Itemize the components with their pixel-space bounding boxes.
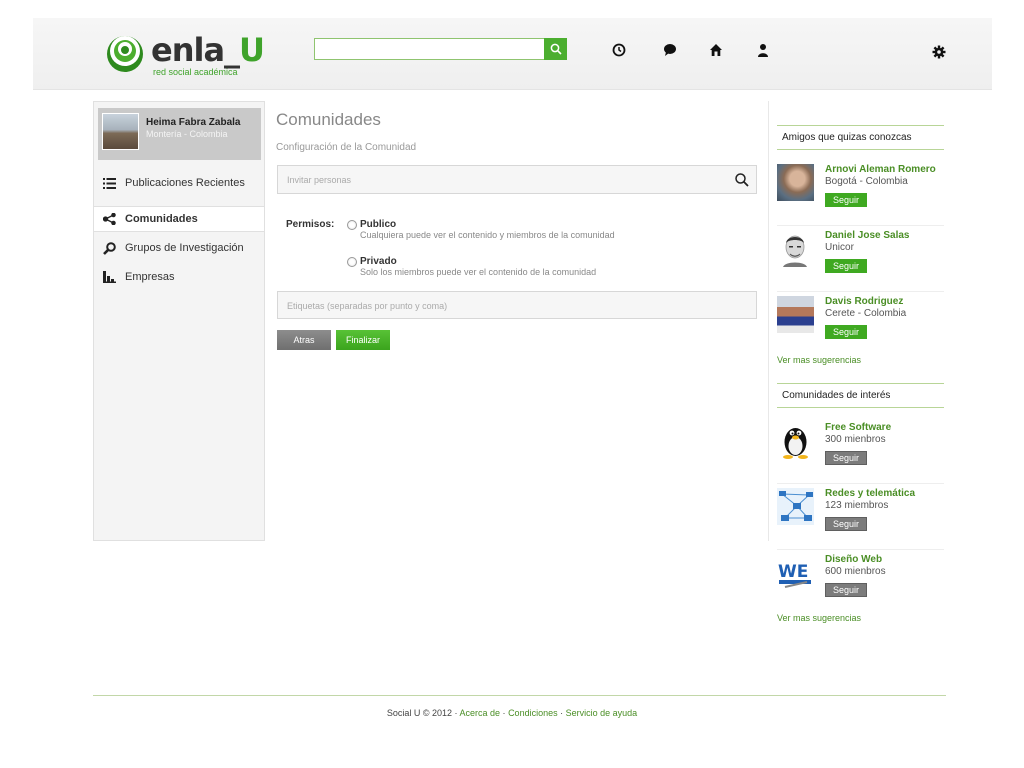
magnifier-icon (102, 241, 116, 255)
community-card: WE Diseño Web 600 mienbros Seguir (777, 554, 944, 616)
svg-text:WE: WE (778, 562, 808, 582)
tux-penguin-icon[interactable] (777, 422, 814, 459)
follow-button[interactable]: Seguir (825, 193, 867, 207)
footer: Social U © 2012 · Acerca de · Condicione… (0, 708, 1024, 718)
permissions-label: Permisos: (286, 219, 335, 230)
settings-button[interactable] (931, 44, 947, 60)
follow-button[interactable]: Seguir (825, 325, 867, 339)
logo-wordmark: enla_U (151, 31, 265, 69)
option-privado-desc: Solo los miembros puede ver el contenido… (360, 267, 597, 277)
friends-section-title: Amigos que quizas conozcas (777, 125, 944, 150)
history-icon (612, 43, 626, 57)
app-logo[interactable]: enla_U red social académica (105, 31, 265, 81)
footer-divider (93, 695, 946, 696)
tags-placeholder: Etiquetas (separadas por punto y coma) (287, 301, 448, 311)
follow-button[interactable]: Seguir (825, 451, 867, 465)
community-members: 123 miembros (825, 500, 889, 511)
gear-icon (932, 45, 946, 59)
friend-card: Arnovi Aleman Romero Bogotá - Colombia S… (777, 164, 944, 226)
invite-people-field[interactable]: Invitar personas (277, 165, 757, 194)
invite-placeholder: Invitar personas (287, 175, 352, 185)
friend-location: Cerete - Colombia (825, 308, 907, 319)
bar-chart-icon (102, 270, 116, 284)
search-button[interactable] (544, 38, 567, 60)
footer-link-acerca[interactable]: Acerca de (460, 708, 501, 718)
communities-section-title: Comunidades de interés (777, 383, 944, 408)
footer-copyright: Social U © 2012 · (386, 708, 458, 718)
community-name[interactable]: Diseño Web (825, 554, 882, 565)
friend-card: Davis Rodriguez Cerete - Colombia Seguir (777, 296, 944, 358)
option-publico-desc: Cualquiera puede ver el contenido y miem… (360, 230, 615, 240)
friend-location: Unicor (825, 242, 854, 253)
friend-name[interactable]: Davis Rodriguez (825, 296, 903, 307)
friend-card: Daniel Jose Salas Unicor Seguir (777, 230, 944, 292)
sidebar-item-label: Grupos de Investigación (125, 242, 244, 254)
sidebar-item-label: Empresas (125, 271, 175, 283)
left-sidebar: Heima Fabra Zabala Montería - Colombia P… (93, 101, 265, 541)
share-icon (102, 212, 116, 226)
messages-button[interactable] (662, 42, 678, 58)
footer-separator: · (560, 708, 564, 718)
logo-mark-icon (107, 36, 143, 72)
back-button[interactable]: Atras (277, 330, 331, 350)
network-icon[interactable] (777, 488, 814, 525)
friend-avatar[interactable] (777, 164, 814, 201)
tags-field[interactable]: Etiquetas (separadas por punto y coma) (277, 291, 757, 319)
more-communities-link[interactable]: Ver mas sugerencias (777, 613, 861, 623)
profile-name[interactable]: Heima Fabra Zabala (146, 117, 240, 128)
search-icon (550, 43, 562, 55)
community-name[interactable]: Redes y telemática (825, 488, 915, 499)
community-card: Redes y telemática 123 miembros Seguir (777, 488, 944, 550)
profile-card[interactable]: Heima Fabra Zabala Montería - Colombia (98, 108, 261, 160)
friend-avatar[interactable] (777, 296, 814, 333)
finish-button[interactable]: Finalizar (336, 330, 390, 350)
search-input[interactable] (314, 38, 545, 60)
footer-separator: · (502, 708, 506, 718)
community-name[interactable]: Free Software (825, 422, 891, 433)
follow-button[interactable]: Seguir (825, 583, 867, 597)
right-divider (768, 101, 769, 541)
community-members: 300 mienbros (825, 434, 886, 445)
sidebar-item-label: Publicaciones Recientes (125, 177, 245, 189)
option-publico-title[interactable]: Publico (360, 219, 396, 230)
sidebar-item-publicaciones[interactable]: Publicaciones Recientes (94, 170, 264, 196)
more-friends-link[interactable]: Ver mas sugerencias (777, 355, 861, 365)
chat-icon (664, 44, 676, 56)
friend-location: Bogotá - Colombia (825, 176, 908, 187)
home-icon (710, 44, 722, 56)
follow-button[interactable]: Seguir (825, 259, 867, 273)
logo-tagline: red social académica (153, 67, 238, 77)
radio-privado[interactable] (347, 257, 357, 267)
page-title: Comunidades (276, 110, 381, 129)
friend-avatar[interactable] (777, 230, 814, 267)
search-icon[interactable] (734, 172, 750, 188)
web-design-icon[interactable]: WE (777, 554, 814, 591)
avatar[interactable] (102, 113, 139, 150)
page-subtitle: Configuración de la Comunidad (276, 142, 417, 153)
history-button[interactable] (611, 42, 627, 58)
radio-publico[interactable] (347, 220, 357, 230)
sidebar-item-comunidades[interactable]: Comunidades (94, 206, 264, 232)
sidebar-item-label: Comunidades (125, 213, 198, 225)
sidebar-item-empresas[interactable]: Empresas (94, 264, 264, 290)
profile-button[interactable] (755, 42, 771, 58)
profile-location: Montería - Colombia (146, 129, 228, 139)
friend-name[interactable]: Daniel Jose Salas (825, 230, 910, 241)
user-icon (758, 44, 768, 57)
friend-name[interactable]: Arnovi Aleman Romero (825, 164, 936, 175)
community-card: Free Software 300 mienbros Seguir (777, 422, 944, 484)
footer-link-ayuda[interactable]: Servicio de ayuda (566, 708, 638, 718)
sidebar-item-grupos[interactable]: Grupos de Investigación (94, 235, 264, 261)
top-header: enla_U red social académica (33, 18, 992, 90)
footer-link-condiciones[interactable]: Condiciones (508, 708, 558, 718)
option-privado-title[interactable]: Privado (360, 256, 397, 267)
logo-text-u: U (239, 31, 265, 69)
home-button[interactable] (708, 42, 724, 58)
logo-text-main: enla_ (151, 31, 240, 69)
follow-button[interactable]: Seguir (825, 517, 867, 531)
community-members: 600 mienbros (825, 566, 886, 577)
list-icon (102, 176, 116, 190)
